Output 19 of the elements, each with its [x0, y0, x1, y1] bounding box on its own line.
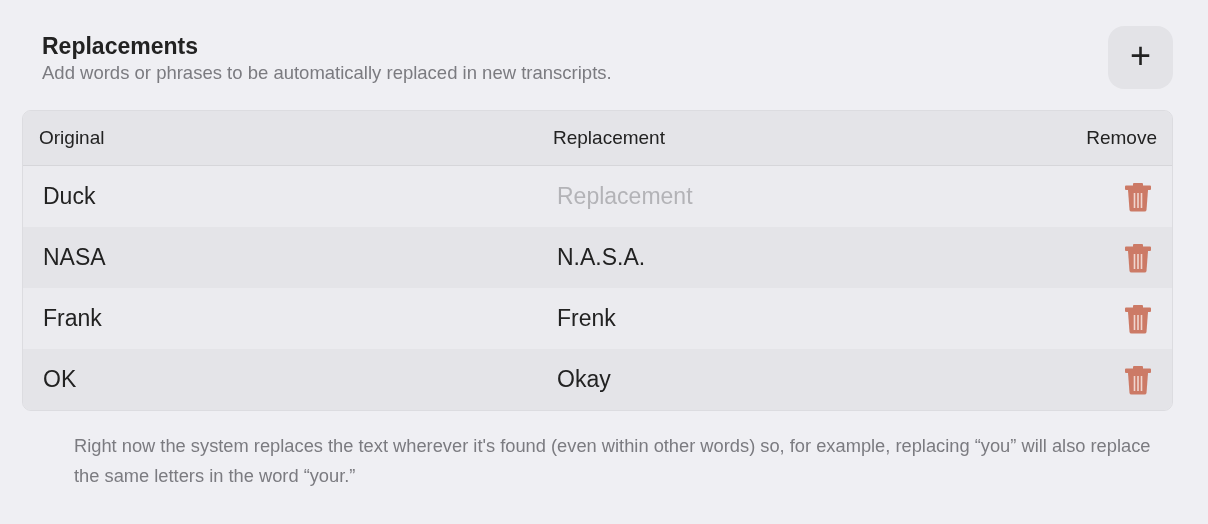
table-cell-text: NASA	[42, 244, 107, 271]
replacement-field[interactable]: Replacement	[537, 179, 877, 214]
table-cell-text: OK	[42, 366, 78, 393]
replacement-field[interactable]: Frenk	[537, 301, 877, 336]
delete-button[interactable]	[1125, 303, 1151, 334]
section-description: Add words or phrases to be automatically replaced in new transcripts.	[42, 61, 612, 85]
table-cell-text: Duck	[42, 183, 97, 210]
column-header: Original	[38, 127, 105, 149]
note-text: Right now the system replaces the text wherever it's found (even within other words) so, for example, replacing “you” will also replace the same letters in the word “your.”	[74, 434, 1152, 488]
table-cell-text: Frank	[42, 305, 103, 332]
delete-button[interactable]	[1125, 181, 1151, 212]
replacement-field[interactable]: N.A.S.A.	[537, 240, 877, 275]
delete-button[interactable]	[1125, 364, 1151, 395]
section-title: Replacements	[42, 32, 199, 60]
column-header: Remove	[1086, 127, 1158, 149]
delete-button[interactable]	[1125, 242, 1151, 273]
replacement-field[interactable]: Okay	[537, 362, 877, 397]
add-button[interactable]: +	[1108, 26, 1173, 89]
column-header: Replacement	[552, 127, 665, 149]
